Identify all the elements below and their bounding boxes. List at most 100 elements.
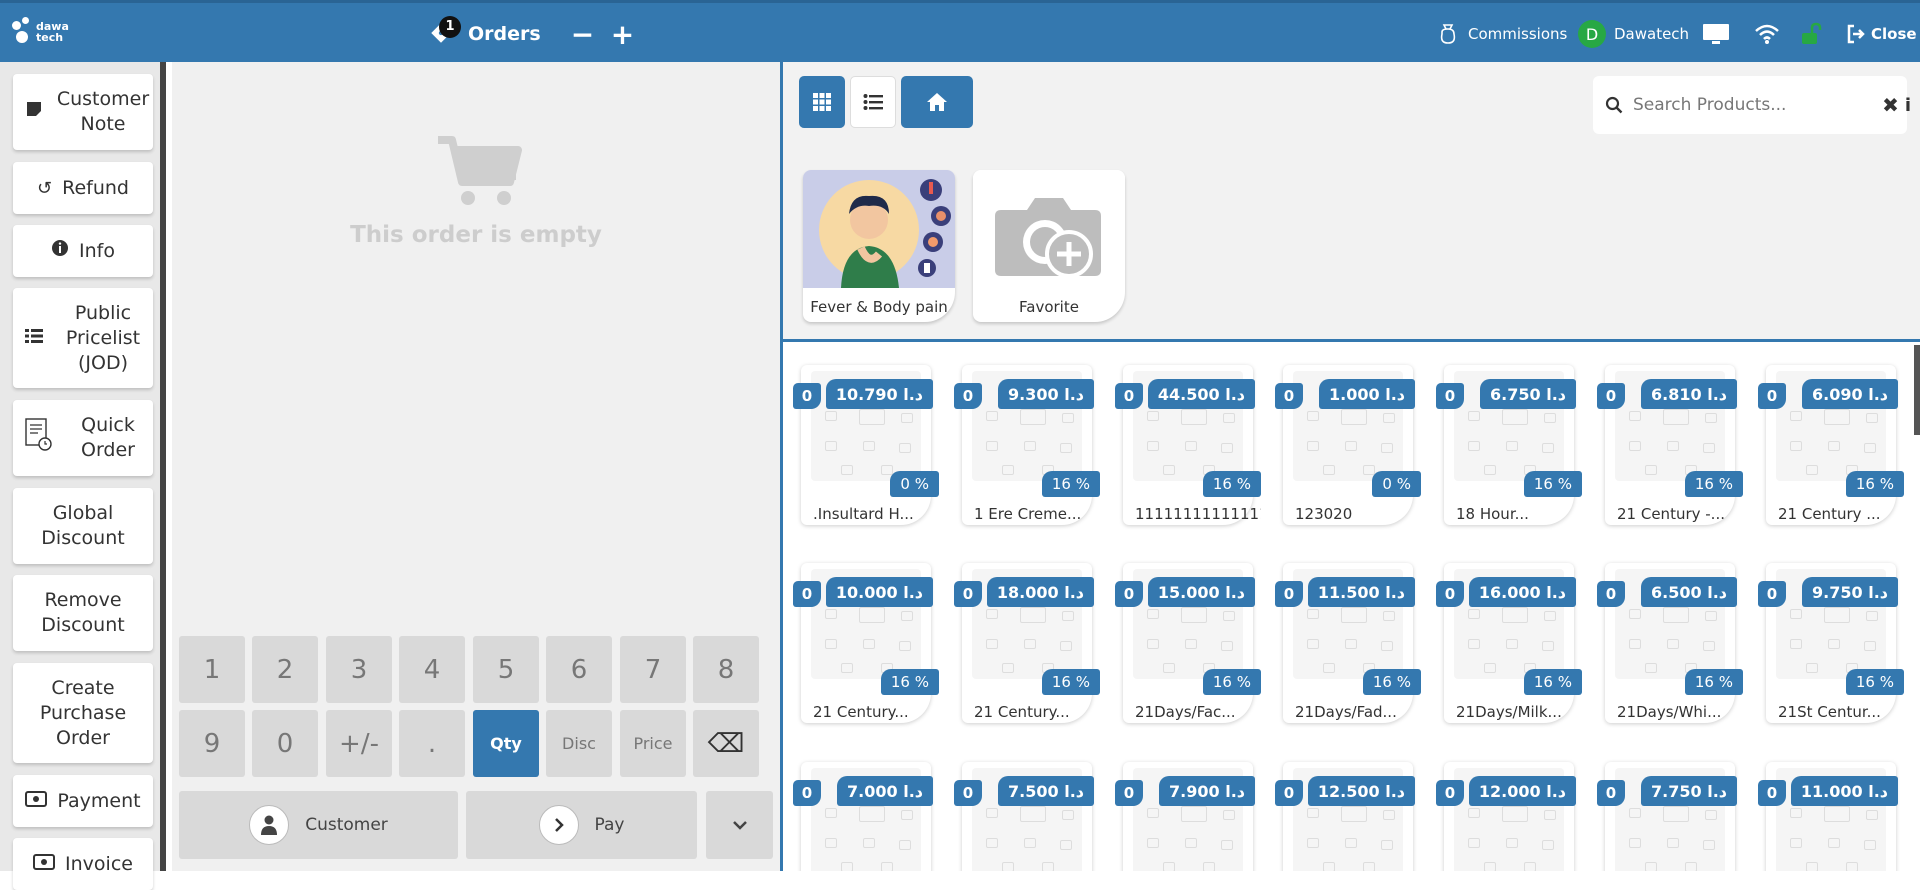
- product-card[interactable]: 0 16.000 د.ا 16 % 21Days/Milk...: [1436, 563, 1582, 723]
- product-price-tag: 7.500 د.ا: [998, 776, 1094, 806]
- global-discount-button[interactable]: Global Discount: [13, 488, 153, 564]
- list-view-button[interactable]: [850, 76, 896, 128]
- numpad-key-2[interactable]: 2: [252, 636, 318, 703]
- product-qty-badge: 0: [1758, 383, 1786, 409]
- product-card[interactable]: 0 11.500 د.ا 16 % 21Days/Fad...: [1275, 563, 1421, 723]
- numpad-key-1[interactable]: 1: [179, 636, 245, 703]
- customer-note-button[interactable]: Customer Note: [13, 74, 153, 150]
- product-card[interactable]: 0 12.000 د.ا: [1436, 762, 1576, 871]
- product-price-tag: 1.000 د.ا: [1319, 379, 1415, 409]
- product-price-tag: 6.750 د.ا: [1480, 379, 1576, 409]
- list-icon: [25, 326, 43, 351]
- product-discount-badge: 16 %: [1202, 669, 1261, 695]
- product-qty-badge: 0: [793, 581, 821, 607]
- category-favorite[interactable]: Favorite: [973, 170, 1125, 322]
- product-discount-badge: 16 %: [1041, 669, 1100, 695]
- scrollbar[interactable]: [1914, 345, 1920, 435]
- commissions-button[interactable]: Commissions: [1436, 19, 1567, 49]
- product-card[interactable]: 0 9.750 د.ا 16 % 21St Centur...: [1758, 563, 1904, 723]
- product-price-tag: 7.000 د.ا: [837, 776, 933, 806]
- numpad-key-3[interactable]: 3: [326, 636, 392, 703]
- grid-view-button[interactable]: [799, 76, 845, 128]
- product-discount-badge: 16 %: [1684, 471, 1743, 497]
- home-category-button[interactable]: [901, 76, 973, 128]
- info-button[interactable]: Info: [13, 225, 153, 277]
- numpad-key-6[interactable]: 6: [546, 636, 612, 703]
- numpad-key-plus-minus[interactable]: +/-: [326, 710, 392, 777]
- product-card[interactable]: 0 15.000 د.ا 16 % 21Days/Fac...: [1115, 563, 1261, 723]
- category-image: [803, 170, 955, 288]
- product-card[interactable]: 0 10.000 د.ا 16 % 21 Century...: [793, 563, 939, 723]
- product-card[interactable]: 0 12.500 د.ا: [1275, 762, 1415, 871]
- product-qty-badge: 0: [1597, 383, 1625, 409]
- product-card[interactable]: 0 11.000 د.ا: [1758, 762, 1898, 871]
- search-bar[interactable]: Search Products... ✖ i: [1593, 76, 1911, 134]
- numpad-mode-disc[interactable]: Disc: [546, 710, 612, 777]
- product-card[interactable]: 0 1.000 د.ا 0 % 123020: [1275, 365, 1421, 525]
- product-qty-badge: 0: [1275, 383, 1303, 409]
- product-qty-badge: 0: [1758, 581, 1786, 607]
- numpad-key-9[interactable]: 9: [179, 710, 245, 777]
- unlock-icon[interactable]: [1800, 19, 1826, 49]
- create-purchase-order-button[interactable]: Create Purchase Order: [13, 663, 153, 763]
- product-name: 123020: [1295, 505, 1353, 523]
- numpad-key-5[interactable]: 5: [473, 636, 539, 703]
- product-card[interactable]: 0 7.500 د.ا: [954, 762, 1094, 871]
- info-icon[interactable]: i: [1905, 95, 1911, 116]
- product-card[interactable]: 0 7.900 د.ا: [1115, 762, 1255, 871]
- product-card[interactable]: 0 10.790 د.ا 0 % .Insultard H...: [793, 365, 939, 525]
- numpad-key-8[interactable]: 8: [693, 636, 759, 703]
- clear-search-icon[interactable]: ✖: [1882, 93, 1899, 117]
- money-icon: [33, 852, 56, 877]
- numpad-key-7[interactable]: 7: [620, 636, 686, 703]
- search-input[interactable]: Search Products...: [1633, 95, 1882, 115]
- product-discount-badge: 16 %: [1362, 669, 1421, 695]
- monitor-icon[interactable]: [1702, 19, 1730, 49]
- product-price-tag: 12.500 د.ا: [1307, 776, 1415, 806]
- product-discount-badge: 0 %: [890, 471, 939, 497]
- product-name: 21Days/Milk...: [1456, 703, 1562, 721]
- add-order-button[interactable]: +: [611, 18, 634, 51]
- product-discount-badge: 16 %: [1041, 471, 1100, 497]
- more-options-button[interactable]: [706, 791, 773, 859]
- quick-order-button[interactable]: Quick Order: [13, 400, 153, 476]
- numpad-mode-price[interactable]: Price: [620, 710, 686, 777]
- info-circle-icon: [51, 239, 69, 264]
- product-card[interactable]: 0 9.300 د.ا 16 % 1 Ere Creme...: [954, 365, 1100, 525]
- customer-button[interactable]: Customer: [179, 791, 458, 859]
- invoice-button[interactable]: Invoice: [13, 838, 153, 890]
- pay-button[interactable]: Pay: [466, 791, 697, 859]
- product-card[interactable]: 044.500 د.ا 16 % 111111111111111111: [1115, 365, 1261, 525]
- remove-discount-button[interactable]: Remove Discount: [13, 575, 153, 651]
- numpad-key-4[interactable]: 4: [399, 636, 465, 703]
- product-card[interactable]: 0 6.500 د.ا 16 % 21Days/Whi...: [1597, 563, 1743, 723]
- product-price-tag: 12.000 د.ا: [1468, 776, 1576, 806]
- product-price-tag: 6.810 د.ا: [1641, 379, 1737, 409]
- product-qty-badge: 0: [1436, 383, 1464, 409]
- product-price-tag: 16.000 د.ا: [1468, 577, 1576, 607]
- user-menu[interactable]: D Dawatech: [1578, 19, 1689, 49]
- create-purchase-order-label: Create Purchase Order: [39, 676, 127, 749]
- numpad-key-decimal[interactable]: .: [399, 710, 465, 777]
- product-card[interactable]: 0 7.000 د.ا: [793, 762, 933, 871]
- backspace-icon[interactable]: ⌫: [693, 710, 759, 777]
- numpad-mode-qty[interactable]: Qty: [473, 710, 539, 777]
- remove-order-button[interactable]: −: [571, 18, 594, 51]
- numpad-key-0[interactable]: 0: [252, 710, 318, 777]
- chevron-right-icon: [538, 805, 579, 845]
- products-panel: Search Products... ✖ i Fever & Body pain…: [783, 62, 1920, 871]
- product-card[interactable]: 0 6.090 د.ا 16 % 21 Century ...: [1758, 365, 1904, 525]
- pricelist-button[interactable]: Public Pricelist (JOD): [13, 288, 153, 388]
- payment-button[interactable]: Payment: [13, 775, 153, 827]
- product-card[interactable]: 0 6.810 د.ا 16 % 21 Century -...: [1597, 365, 1743, 525]
- refund-button[interactable]: ↺ Refund: [13, 162, 153, 214]
- product-card[interactable]: 0 18.000 د.ا 16 % 21 Century...: [954, 563, 1100, 723]
- product-discount-badge: 16 %: [1202, 471, 1261, 497]
- product-price-tag: 7.750 د.ا: [1641, 776, 1737, 806]
- orders-selector[interactable]: 1 Orders − +: [428, 16, 634, 51]
- commissions-label: Commissions: [1468, 25, 1568, 43]
- product-card[interactable]: 0 6.750 د.ا 16 % 18 Hour...: [1436, 365, 1582, 525]
- product-card[interactable]: 0 7.750 د.ا: [1597, 762, 1737, 871]
- category-fever-body-pain[interactable]: Fever & Body pain: [803, 170, 955, 322]
- close-button[interactable]: Close: [1846, 19, 1917, 49]
